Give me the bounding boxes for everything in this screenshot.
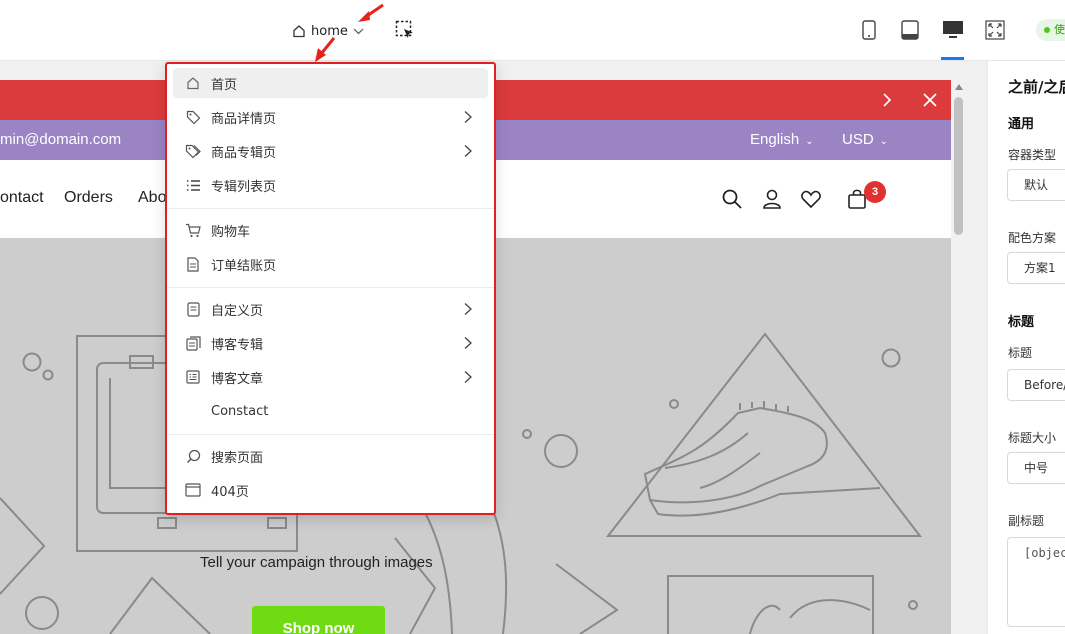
cart-icon — [185, 222, 201, 238]
hero-caption: Tell your campaign through images — [200, 554, 433, 571]
menu-item-collection-list[interactable]: 专辑列表页 — [173, 170, 488, 200]
page-selector-label: home — [311, 23, 348, 39]
store-email[interactable]: min@domain.com — [0, 131, 121, 148]
desktop-view-button[interactable] — [941, 17, 965, 43]
menu-item-label: 商品专辑页 — [211, 145, 277, 161]
window-icon — [185, 482, 201, 498]
menu-item-cart[interactable]: 购物车 — [173, 215, 488, 245]
tablet-view-button[interactable] — [898, 17, 922, 43]
fullscreen-button[interactable] — [983, 17, 1007, 43]
chevron-right-icon — [464, 371, 472, 383]
menu-item-label: Constact — [211, 403, 269, 419]
heading-size-select[interactable]: 中号 — [1007, 452, 1065, 484]
fullscreen-icon — [985, 20, 1005, 40]
menu-item-404[interactable]: 404页 — [173, 475, 488, 505]
menu-divider — [167, 287, 494, 288]
menu-item-label: 订单结账页 — [211, 258, 277, 274]
menu-item-home[interactable]: 首页 — [173, 68, 488, 98]
section-heading: 标题 — [1008, 315, 1035, 330]
menu-item-label: 商品详情页 — [211, 111, 277, 127]
chevron-right-icon — [464, 111, 472, 123]
nav-link-orders[interactable]: Orders — [64, 189, 113, 207]
menu-item-label: 首页 — [211, 77, 238, 93]
account-icon[interactable] — [761, 188, 783, 210]
page-icon — [185, 301, 201, 317]
menu-item-label: 博客文章 — [211, 371, 264, 387]
mobile-view-button[interactable] — [857, 17, 881, 43]
nav-link-contact[interactable]: ontact — [0, 189, 44, 207]
chevron-right-icon — [464, 303, 472, 315]
wishlist-heart-icon[interactable] — [800, 188, 822, 210]
menu-divider — [167, 208, 494, 209]
panel-title: 之前/之后 — [1008, 78, 1065, 96]
chevron-right-icon — [464, 337, 472, 349]
chevron-right-icon — [464, 145, 472, 157]
section-general: 通用 — [1008, 117, 1035, 132]
search-icon[interactable] — [721, 188, 743, 210]
subheading-label: 副标题 — [1008, 514, 1045, 528]
menu-item-label: 购物车 — [211, 224, 251, 240]
menu-item-checkout[interactable]: 订单结账页 — [173, 249, 488, 279]
chevron-down-icon: ⌄ — [805, 136, 814, 147]
heading-label: 标题 — [1008, 346, 1033, 360]
menu-item-label: 博客专辑 — [211, 337, 264, 353]
color-scheme-label: 配色方案 — [1008, 231, 1057, 245]
tags-icon — [185, 143, 201, 159]
home-icon — [293, 25, 305, 38]
close-icon[interactable] — [920, 90, 940, 110]
blank-icon — [185, 403, 201, 419]
status-badge[interactable]: 使 — [1036, 19, 1065, 41]
menu-item-blog-article[interactable]: 博客文章 — [173, 362, 488, 392]
currency-selector[interactable]: USD ⌄ — [842, 131, 888, 148]
home-icon — [185, 75, 201, 91]
menu-divider — [167, 434, 494, 435]
scroll-thumb[interactable] — [954, 97, 963, 235]
currency-label: USD — [842, 131, 874, 148]
nav-link-about[interactable]: Abo — [138, 189, 166, 207]
container-type-select[interactable]: 默认 — [1007, 169, 1065, 201]
mobile-icon — [862, 20, 876, 40]
settings-panel: 之前/之后 通用 容器类型 默认 配色方案 方案1 标题 标题 Before/A… — [987, 61, 1065, 634]
shop-now-button[interactable]: Shop now — [252, 606, 385, 634]
status-dot-icon — [1044, 27, 1050, 33]
list-icon — [185, 177, 201, 193]
container-type-label: 容器类型 — [1008, 148, 1057, 162]
preview-scrollbar[interactable] — [951, 80, 967, 634]
menu-item-label: 404页 — [211, 484, 249, 500]
desktop-icon — [943, 21, 963, 38]
search-icon — [185, 448, 201, 464]
menu-item-label: 专辑列表页 — [211, 179, 277, 195]
menu-item-product-collection[interactable]: 商品专辑页 — [173, 136, 488, 166]
language-label: English — [750, 131, 800, 148]
scroll-up-icon[interactable] — [955, 84, 963, 90]
menu-item-custom-page[interactable]: 自定义页 — [173, 294, 488, 324]
document-icon — [185, 256, 201, 272]
menu-item-label: 搜索页面 — [211, 450, 264, 466]
status-label: 使 — [1054, 23, 1065, 36]
menu-item-contact[interactable]: Constact — [173, 396, 488, 426]
active-device-indicator — [941, 57, 964, 60]
menu-item-label: 自定义页 — [211, 303, 264, 319]
color-scheme-select[interactable]: 方案1 — [1007, 252, 1065, 284]
editor-toolbar: home 使 — [0, 0, 1065, 61]
heading-size-label: 标题大小 — [1008, 431, 1057, 445]
heading-input[interactable]: Before/After — [1007, 369, 1065, 401]
menu-item-search[interactable]: 搜索页面 — [173, 441, 488, 471]
page-selector[interactable]: home — [292, 20, 364, 42]
cart-count-badge: 3 — [864, 181, 886, 203]
subheading-textarea[interactable]: [object Object] — [1007, 537, 1065, 627]
chevron-down-icon: ⌄ — [879, 136, 889, 147]
article-icon — [185, 369, 201, 385]
menu-item-product-detail[interactable]: 商品详情页 — [173, 102, 488, 132]
chevron-down-icon — [353, 28, 364, 35]
tag-icon — [185, 109, 201, 125]
menu-item-blog-collection[interactable]: 博客专辑 — [173, 328, 488, 358]
tablet-icon — [901, 20, 919, 40]
page-dropdown-menu: 首页 商品详情页 商品专辑页 专辑列表页 购物车 订单结账页 自定义页 博客专辑… — [165, 62, 496, 515]
copy-icon — [185, 335, 201, 351]
element-select-icon[interactable] — [395, 20, 415, 40]
language-selector[interactable]: English ⌄ — [750, 131, 814, 148]
chevron-right-icon[interactable] — [877, 90, 897, 110]
